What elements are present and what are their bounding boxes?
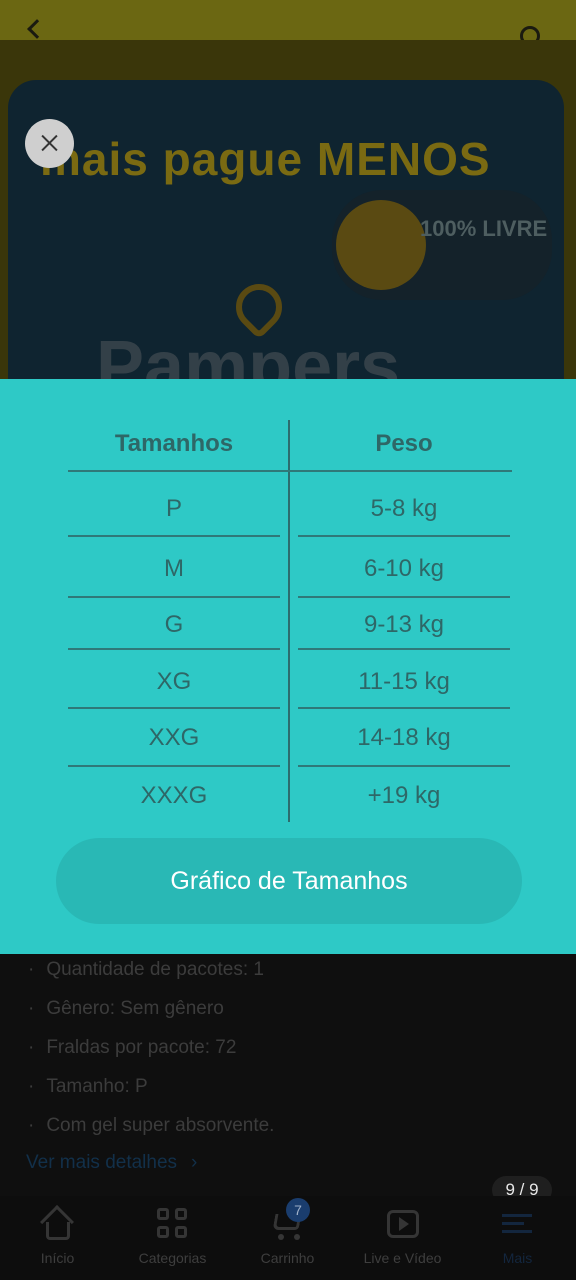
row-divider — [68, 765, 280, 767]
product-image: mais pague MENOS 100% LIVRE Pampers — [0, 40, 576, 380]
weight-cell: 11-15 kg — [358, 668, 450, 695]
row-divider — [68, 535, 280, 537]
nav-item-categorias[interactable]: Categorias — [115, 1196, 230, 1280]
arrow-left-icon[interactable] — [27, 19, 47, 39]
weight-cell: +19 kg — [367, 782, 441, 809]
row-divider — [298, 535, 510, 537]
nav-item-inicio[interactable]: Início — [0, 1196, 115, 1280]
nav-label: Live e Vídeo — [363, 1250, 442, 1266]
header-divider — [68, 470, 512, 472]
product-badge-bubble — [336, 200, 426, 290]
row-divider — [68, 707, 280, 709]
size-chart-button[interactable]: Gráfico de Tamanhos — [56, 838, 522, 924]
size-cell: XXXG — [140, 782, 208, 809]
weight-cell: 9-13 kg — [363, 611, 445, 638]
size-cell: P — [165, 495, 182, 522]
size-column-header: Tamanhos — [114, 430, 234, 457]
nav-label: Categorias — [138, 1250, 207, 1266]
row-divider — [298, 707, 510, 709]
details-item: Quantidade de pacotes: 1 — [28, 950, 576, 989]
row-divider — [68, 648, 280, 650]
nav-label: Carrinho — [260, 1250, 315, 1266]
weight-cell: 5-8 kg — [370, 495, 438, 522]
top-bar — [0, 0, 576, 46]
home-icon — [40, 1205, 74, 1240]
row-divider — [298, 765, 510, 767]
brand-name: Pampers — [96, 327, 401, 380]
size-cell: XG — [156, 668, 192, 695]
nav-item-live-video[interactable]: Live e Vídeo — [345, 1196, 460, 1280]
row-divider — [298, 648, 510, 650]
chevron-right-icon: › — [191, 1152, 198, 1173]
categories-icon — [157, 1208, 189, 1240]
row-divider — [298, 596, 510, 598]
row-divider — [68, 596, 280, 598]
product-banner-text: mais pague MENOS — [40, 133, 491, 185]
nav-label: Início — [40, 1250, 75, 1266]
product-details: Quantidade de pacotes: 1 Gênero: Sem gên… — [0, 950, 576, 1200]
size-cell: XXG — [148, 724, 200, 751]
table-column-divider — [288, 420, 290, 822]
size-cell: G — [164, 611, 184, 638]
nav-item-mais[interactable]: Mais — [460, 1196, 575, 1280]
weight-column-header: Peso — [375, 430, 433, 457]
play-icon — [387, 1208, 419, 1240]
details-item: Tamanho: P — [28, 1067, 576, 1106]
details-item: Gênero: Sem gênero — [28, 989, 576, 1028]
more-icon — [502, 1208, 534, 1240]
weight-cell: 14-18 kg — [357, 724, 451, 751]
product-badge-text: 100% LIVRE — [420, 216, 548, 241]
details-item: Fraldas por pacote: 72 — [28, 1028, 576, 1067]
size-cell: M — [164, 555, 184, 582]
cart-count-badge: 7 — [286, 1198, 310, 1222]
details-list: Quantidade de pacotes: 1 Gênero: Sem gên… — [0, 950, 576, 1145]
close-button[interactable] — [25, 119, 74, 168]
weight-cell: 6-10 kg — [363, 555, 445, 582]
see-more-label: Ver mais detalhes — [26, 1152, 178, 1173]
nav-label: Mais — [502, 1250, 533, 1266]
details-item: Com gel super absorvente. — [28, 1106, 576, 1145]
see-more-details-link[interactable]: Ver mais detalhes › — [26, 1152, 197, 1174]
